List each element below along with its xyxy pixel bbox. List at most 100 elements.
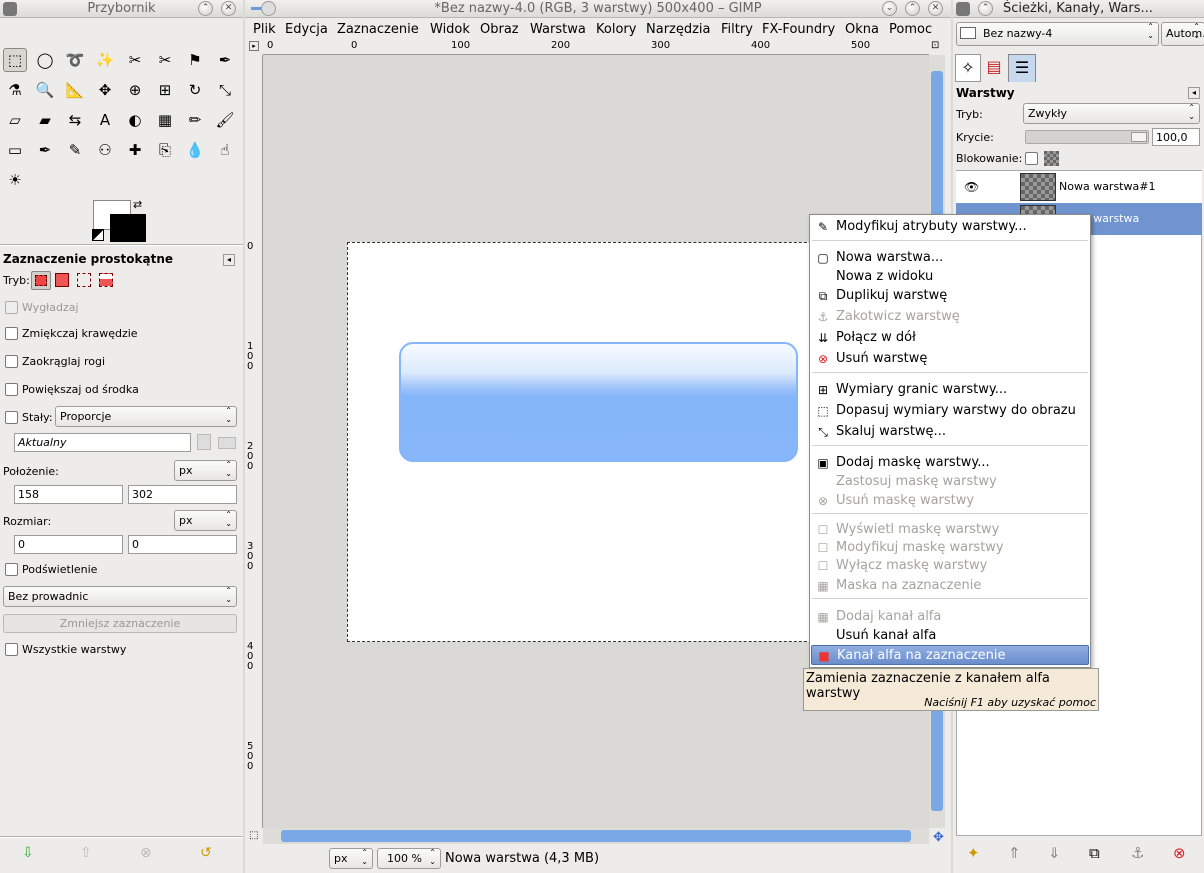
restore-options-icon[interactable]: ⇧: [80, 845, 92, 861]
all-layers-checkbox[interactable]: [5, 643, 18, 656]
crop-tool-icon[interactable]: ⊞: [153, 78, 177, 102]
lower-layer-icon[interactable]: ⇓: [1048, 844, 1061, 862]
menu-3[interactable]: Zaznaczenie: [337, 22, 419, 37]
layer-mode-combo[interactable]: Zwykły: [1023, 103, 1200, 124]
scale-tool-icon[interactable]: ⤡: [213, 78, 237, 102]
auto-button[interactable]: Autom.: [1161, 22, 1204, 46]
context-menu-item[interactable]: ▣ Dodaj maskę warstwy...: [811, 453, 1089, 473]
context-menu-item[interactable]: ☐ Wyłącz maskę warstwy: [811, 556, 1089, 576]
position-unit-combo[interactable]: px: [174, 460, 237, 481]
select-by-color-tool-icon[interactable]: ✂: [123, 48, 147, 72]
menu-9[interactable]: Filtry: [721, 22, 753, 37]
menu-7[interactable]: Kolory: [596, 22, 636, 37]
rounded-checkbox[interactable]: [5, 355, 18, 368]
context-menu-item[interactable]: ⬚ Dopasuj wymiary warstwy do obrazu: [811, 401, 1089, 421]
airbrush-tool-icon[interactable]: ✒: [33, 138, 57, 162]
minimize-icon[interactable]: ⌃: [198, 1, 213, 16]
context-menu-item[interactable]: ▦ Dodaj kanał alfa: [811, 607, 1089, 627]
size-width-field[interactable]: 0: [14, 535, 123, 554]
paths-tool-icon[interactable]: ✒: [213, 48, 237, 72]
new-layer-icon[interactable]: ✦: [967, 844, 980, 862]
context-menu-item[interactable]: ⊗ Usuń maskę warstwy: [811, 491, 1089, 511]
mode-subtract-button[interactable]: [77, 273, 91, 287]
minimize-icon[interactable]: ⌄: [882, 1, 897, 16]
perspective-clone-tool-icon[interactable]: ⎘: [153, 138, 177, 162]
paintbrush-tool-icon[interactable]: 🖌: [213, 108, 237, 132]
save-options-icon[interactable]: ⇩: [22, 845, 34, 861]
size-unit-combo[interactable]: px: [174, 510, 237, 531]
rect-select-tool-icon[interactable]: ⬚: [3, 48, 27, 72]
menu-1[interactable]: Plik: [253, 22, 276, 37]
slider-handle[interactable]: [1131, 132, 1147, 142]
window-dot-icon[interactable]: [261, 1, 276, 16]
bucket-fill-tool-icon[interactable]: ◐: [123, 108, 147, 132]
menu-2[interactable]: Edycja: [285, 22, 328, 37]
context-menu-item[interactable]: Usuń kanał alfa: [811, 626, 1089, 646]
context-menu-item[interactable]: ■ Kanał alfa na zaznaczenie: [811, 645, 1089, 665]
quick-mask-icon[interactable]: ⬚: [249, 830, 258, 841]
duplicate-layer-icon[interactable]: ⧉: [1089, 844, 1100, 862]
context-menu-item[interactable]: ⊞ Wymiary granic warstwy...: [811, 380, 1089, 400]
context-menu-item[interactable]: Nowa z widoku: [811, 267, 1089, 287]
navigate-icon[interactable]: ⊡: [931, 40, 943, 52]
reset-options-icon[interactable]: ↺: [200, 845, 212, 861]
delete-layer-icon[interactable]: ⊗: [1173, 844, 1186, 862]
flip-tool-icon[interactable]: ⇆: [63, 108, 87, 132]
panel-menu-icon[interactable]: ◂: [223, 254, 235, 266]
menu-8[interactable]: Narzędzia: [646, 22, 711, 37]
color-picker-tool-icon[interactable]: ⚗: [3, 78, 27, 102]
menu-11[interactable]: Okna: [845, 22, 879, 37]
opacity-slider[interactable]: [1025, 130, 1149, 144]
mode-replace-button[interactable]: [31, 271, 51, 290]
layer-row[interactable]: 👁 Nowa warstwa#1: [956, 171, 1202, 203]
layers-tab-icon[interactable]: ☰: [1008, 54, 1036, 82]
fuzzy-select-tool-icon[interactable]: ✨: [93, 48, 117, 72]
mode-add-button[interactable]: [55, 273, 69, 287]
context-menu-item[interactable]: ⊗ Usuń warstwę: [811, 349, 1089, 369]
zoom-combo[interactable]: 100 %: [377, 848, 441, 869]
unit-combo[interactable]: px: [329, 848, 373, 869]
ink-tool-icon[interactable]: ✎: [63, 138, 87, 162]
delete-options-icon[interactable]: ⊗: [140, 845, 152, 861]
context-menu-item[interactable]: ⇊ Połącz w dół: [811, 328, 1089, 348]
feather-checkbox[interactable]: [5, 327, 18, 340]
dodge-burn-tool-icon[interactable]: ☀: [3, 168, 27, 192]
context-menu-item[interactable]: ☐ Modyfikuj maskę warstwy: [811, 538, 1089, 558]
scissors-select-tool-icon[interactable]: ✂: [153, 48, 177, 72]
fixed-checkbox[interactable]: [5, 411, 18, 424]
menu-4[interactable]: Widok: [430, 22, 470, 37]
raise-layer-icon[interactable]: ⇑: [1008, 844, 1021, 862]
free-select-tool-icon[interactable]: ➰: [63, 48, 87, 72]
context-menu-item[interactable]: ▦ Maska na zaznaczenie: [811, 576, 1089, 596]
fixed-combo[interactable]: Proporcje: [55, 406, 237, 427]
menu-10[interactable]: FX-Foundry: [762, 22, 835, 37]
portrait-icon[interactable]: [197, 434, 211, 450]
eraser-tool-icon[interactable]: ▭: [3, 138, 27, 162]
shear-tool-icon[interactable]: ▱: [3, 108, 27, 132]
clone-tool-icon[interactable]: ⚇: [93, 138, 117, 162]
context-menu-item[interactable]: ⧉ Duplikuj warstwę: [811, 286, 1089, 306]
current-field[interactable]: Aktualny: [14, 433, 191, 452]
blend-tool-icon[interactable]: ▦: [153, 108, 177, 132]
visibility-eye-icon[interactable]: 👁: [964, 180, 979, 194]
context-menu-item[interactable]: ▢ Nowa warstwa...: [811, 248, 1089, 268]
horizontal-scrollbar[interactable]: [263, 828, 929, 844]
scrollbar-thumb[interactable]: [281, 830, 911, 842]
maximize-icon[interactable]: ⌃: [905, 1, 920, 16]
context-menu-item[interactable]: ⚓ Zakotwicz warstwę: [811, 307, 1089, 327]
close-icon[interactable]: ✕: [928, 1, 943, 16]
foreground-select-tool-icon[interactable]: ⚑: [183, 48, 207, 72]
mode-intersect-button[interactable]: [99, 273, 113, 287]
shrink-selection-button[interactable]: Zmniejsz zaznaczenie: [3, 614, 237, 633]
channels-tab-icon[interactable]: ▤: [981, 54, 1007, 82]
position-x-field[interactable]: 158: [14, 485, 123, 504]
rotate-tool-icon[interactable]: ↻: [183, 78, 207, 102]
context-menu-item[interactable]: Zastosuj maskę warstwy: [811, 472, 1089, 492]
smudge-tool-icon[interactable]: ☝: [213, 138, 237, 162]
context-menu-item[interactable]: ⤡ Skaluj warstwę...: [811, 422, 1089, 442]
image-canvas[interactable]: [347, 242, 847, 642]
context-menu-item[interactable]: ✎ Modyfikuj atrybuty warstwy...: [811, 217, 1089, 237]
menu-arrow-icon[interactable]: ▸: [249, 41, 259, 51]
landscape-icon[interactable]: [218, 437, 236, 449]
measure-tool-icon[interactable]: 📐: [63, 78, 87, 102]
